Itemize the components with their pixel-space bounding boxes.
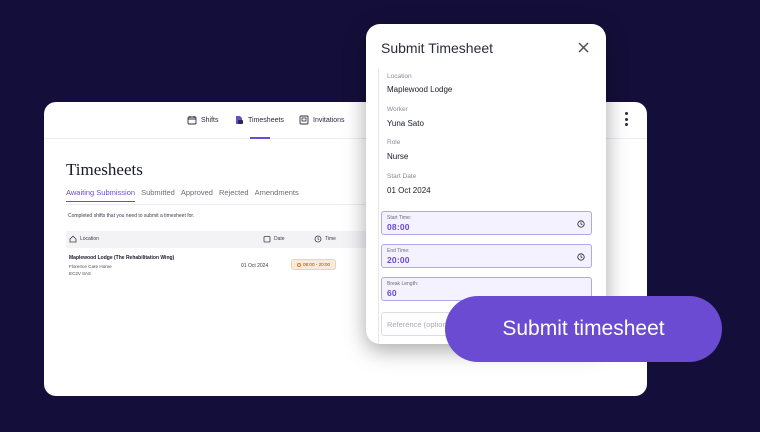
row-care-home: Florence Care Home: [69, 264, 112, 269]
start-time-value: 08:00: [387, 222, 410, 232]
document-icon: [236, 116, 243, 124]
tabs-divider: [66, 204, 396, 205]
active-tab-indicator: [250, 137, 270, 139]
timesheet-status-tabs: Awaiting Submission Submitted Approved R…: [66, 188, 299, 202]
invitation-icon: [299, 115, 309, 125]
table-header: Location Date Time: [66, 231, 396, 248]
tab-amendments[interactable]: Amendments: [255, 188, 299, 202]
tab-submitted[interactable]: Submitted: [141, 188, 175, 202]
nav-item-label: Shifts: [201, 116, 219, 124]
role-value: Nurse: [387, 152, 409, 161]
nav-item-timesheets[interactable]: Timesheets: [234, 113, 284, 127]
location-value: Maplewood Lodge: [387, 85, 453, 94]
start-time-input[interactable]: Start Time: 08:00: [381, 211, 592, 235]
nav-item-shifts[interactable]: Shifts: [187, 113, 219, 127]
row-location-name: Maplewood Lodge (The Rehabilitation Wing…: [69, 255, 175, 261]
column-header-time[interactable]: Time: [314, 235, 336, 243]
row-time-badge: 08:00 - 20:00: [291, 259, 337, 270]
end-time-value: 20:00: [387, 255, 410, 265]
row-time: 08:00 - 20:00: [303, 262, 331, 267]
start-date-value: 01 Oct 2024: [387, 186, 431, 195]
start-date-label: Start Date: [387, 173, 417, 180]
clock-icon[interactable]: [577, 253, 585, 261]
modal-title: Submit Timesheet: [381, 40, 494, 56]
role-label: Role: [387, 139, 401, 146]
tab-approved[interactable]: Approved: [181, 188, 213, 202]
end-time-label: End Time:: [387, 248, 410, 254]
column-header-label: Time: [325, 236, 336, 242]
clock-icon: [297, 262, 301, 267]
home-icon: [69, 235, 77, 243]
page-title: Timesheets: [66, 160, 143, 179]
calendar-icon: [187, 116, 197, 125]
nav-item-invitations[interactable]: Invitations: [299, 113, 345, 127]
column-header-label: Date: [274, 236, 285, 242]
column-header-label: Location: [80, 236, 99, 242]
close-icon[interactable]: [577, 41, 590, 54]
row-postcode: EC2V 8AS: [69, 271, 91, 276]
calendar-icon: [263, 236, 271, 243]
tab-rejected[interactable]: Rejected: [219, 188, 249, 202]
page-description: Completed shifts that you need to submit…: [68, 213, 195, 219]
tab-awaiting-submission[interactable]: Awaiting Submission: [66, 188, 136, 202]
end-time-input[interactable]: End Time: 20:00: [381, 244, 592, 268]
break-length-value: 60: [387, 288, 397, 298]
clock-icon: [314, 235, 322, 243]
column-header-location[interactable]: Location: [69, 235, 99, 243]
break-length-label: Break Length:: [387, 281, 419, 287]
worker-label: Worker: [387, 106, 408, 113]
more-options-icon[interactable]: [625, 112, 629, 126]
nav-item-label: Invitations: [313, 116, 345, 124]
start-time-label: Start Time:: [387, 215, 412, 221]
submit-timesheet-button[interactable]: Submit timesheet: [445, 296, 722, 362]
location-label: Location: [387, 73, 412, 80]
row-date: 01 Oct 2024: [241, 263, 269, 269]
clock-icon[interactable]: [577, 220, 585, 228]
worker-value: Yuna Sato: [387, 119, 424, 128]
column-header-date[interactable]: Date: [263, 235, 285, 243]
nav-item-label: Timesheets: [248, 116, 284, 124]
